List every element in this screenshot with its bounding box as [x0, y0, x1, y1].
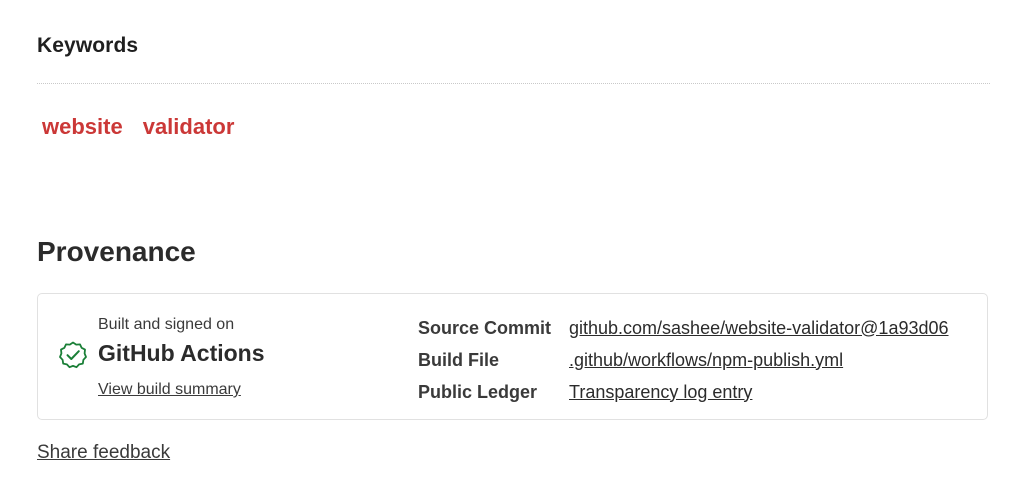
- build-file-link[interactable]: .github/workflows/npm-publish.yml: [569, 350, 843, 371]
- keyword-link-validator[interactable]: validator: [143, 114, 235, 140]
- check-badge-icon: [58, 340, 88, 370]
- source-commit-row: Source Commit github.com/sashee/website-…: [418, 312, 949, 344]
- source-commit-label: Source Commit: [418, 317, 552, 338]
- public-ledger-row: Public Ledger Transparency log entry: [418, 376, 949, 408]
- share-feedback-link[interactable]: Share feedback: [37, 442, 170, 464]
- keywords-divider: [37, 83, 990, 84]
- provenance-details: Source Commit github.com/sashee/website-…: [418, 312, 949, 408]
- view-build-summary-link[interactable]: View build summary: [98, 381, 241, 399]
- provenance-card: Built and signed on GitHub Actions View …: [37, 293, 988, 420]
- built-signed-label: Built and signed on: [98, 316, 235, 333]
- build-file-label: Build File: [418, 349, 499, 370]
- provenance-heading: Provenance: [37, 236, 196, 267]
- keywords-list: website validator: [42, 114, 234, 140]
- transparency-log-link[interactable]: Transparency log entry: [569, 382, 752, 403]
- source-commit-link[interactable]: github.com/sashee/website-validator@1a93…: [569, 318, 949, 339]
- build-file-row: Build File .github/workflows/npm-publish…: [418, 344, 949, 376]
- keywords-heading: Keywords: [37, 34, 139, 57]
- public-ledger-label: Public Ledger: [418, 381, 538, 402]
- build-platform-name: GitHub Actions: [98, 340, 265, 366]
- keyword-link-website[interactable]: website: [42, 114, 123, 140]
